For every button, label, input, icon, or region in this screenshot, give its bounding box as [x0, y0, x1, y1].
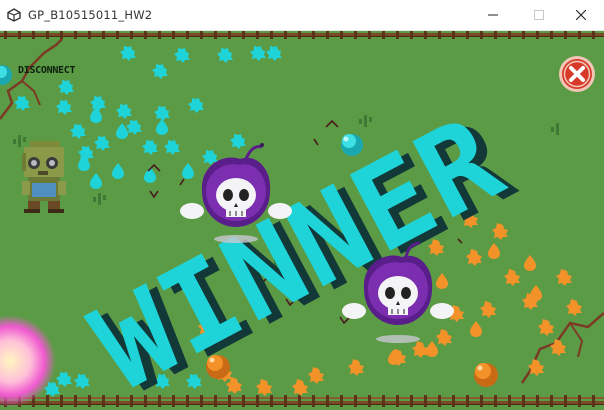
fence-post — [522, 395, 525, 407]
cyan-orb-player — [341, 134, 363, 156]
fence-post — [340, 395, 343, 407]
fence-post — [466, 395, 469, 407]
fence-post — [354, 31, 357, 39]
fence-post — [214, 395, 217, 407]
unity-icon — [7, 8, 21, 22]
fence-post — [242, 395, 245, 407]
fence-post — [74, 31, 77, 39]
fence-post — [368, 31, 371, 39]
fence-post — [130, 31, 133, 39]
minimize-icon — [488, 14, 498, 16]
fence-post — [480, 395, 483, 407]
fence-post — [494, 395, 497, 407]
fence-post — [466, 31, 469, 39]
maximize-button[interactable] — [516, 0, 562, 30]
fence-post — [298, 395, 301, 407]
fence-post — [172, 31, 175, 39]
fence-post — [46, 31, 49, 39]
fence-post — [116, 31, 119, 39]
minimize-button[interactable] — [470, 0, 516, 30]
fence-post — [550, 31, 553, 39]
fence-post — [480, 31, 483, 39]
fence-post — [88, 31, 91, 39]
fence-post — [242, 31, 245, 39]
fence-post — [200, 31, 203, 39]
fence-post — [438, 31, 441, 39]
fence-post — [32, 31, 35, 39]
fence-post — [326, 31, 329, 39]
fence-post — [382, 395, 385, 407]
fence-post — [256, 31, 259, 39]
fence-post — [214, 31, 217, 39]
fence-post — [200, 395, 203, 407]
fence-post — [256, 395, 259, 407]
fence-post — [158, 31, 161, 39]
fence-post — [326, 395, 329, 407]
fence-post — [536, 31, 539, 39]
fence-post — [284, 395, 287, 407]
game-viewport[interactable]: WINNER WINNER DISCONNECT — [0, 31, 604, 410]
fence-post — [536, 395, 539, 407]
fence-post — [60, 395, 63, 407]
exit-button[interactable] — [558, 55, 596, 93]
fence-post — [550, 395, 553, 407]
fence-post — [424, 395, 427, 407]
fence-post — [578, 31, 581, 39]
fence-post — [452, 31, 455, 39]
window-title: GP_B10515011_HW2 — [28, 8, 153, 22]
fence-post — [270, 31, 273, 39]
fence-post — [396, 395, 399, 407]
fence-post — [564, 395, 567, 407]
fence-post — [284, 31, 287, 39]
close-button[interactable] — [558, 0, 604, 30]
fence-post — [270, 395, 273, 407]
fence-post — [410, 31, 413, 39]
fence-post — [88, 395, 91, 407]
fence-post — [340, 31, 343, 39]
fence-post — [228, 395, 231, 407]
fence-post — [438, 395, 441, 407]
fence-post — [102, 395, 105, 407]
fence-post — [592, 31, 595, 39]
fence-post — [228, 31, 231, 39]
fence-post — [508, 395, 511, 407]
window-titlebar: GP_B10515011_HW2 — [0, 0, 604, 31]
fence-post — [144, 31, 147, 39]
fence-post — [396, 31, 399, 39]
fence-post — [494, 31, 497, 39]
fence-post — [410, 395, 413, 407]
fence-post — [4, 31, 7, 39]
fence-post — [18, 31, 21, 39]
disconnect-button[interactable]: DISCONNECT — [18, 65, 76, 76]
fence-post — [522, 31, 525, 39]
maximize-icon — [534, 10, 544, 20]
close-icon — [576, 10, 586, 20]
fence-post — [368, 395, 371, 407]
fence-post — [508, 31, 511, 39]
fence-post — [382, 31, 385, 39]
fence-post — [312, 395, 315, 407]
fence-post — [424, 31, 427, 39]
fence-post — [102, 31, 105, 39]
fence-post — [116, 395, 119, 407]
fence-post — [186, 31, 189, 39]
fence-post — [592, 395, 595, 407]
fence-post — [298, 31, 301, 39]
fence-post — [452, 395, 455, 407]
fence-post — [354, 395, 357, 407]
game-scene: WINNER WINNER — [0, 31, 604, 410]
fence-post — [46, 395, 49, 407]
fence-post — [564, 31, 567, 39]
fence-post — [312, 31, 315, 39]
close-icon — [559, 56, 595, 92]
fence-post — [60, 31, 63, 39]
fence-post — [74, 395, 77, 407]
fence-post — [578, 395, 581, 407]
